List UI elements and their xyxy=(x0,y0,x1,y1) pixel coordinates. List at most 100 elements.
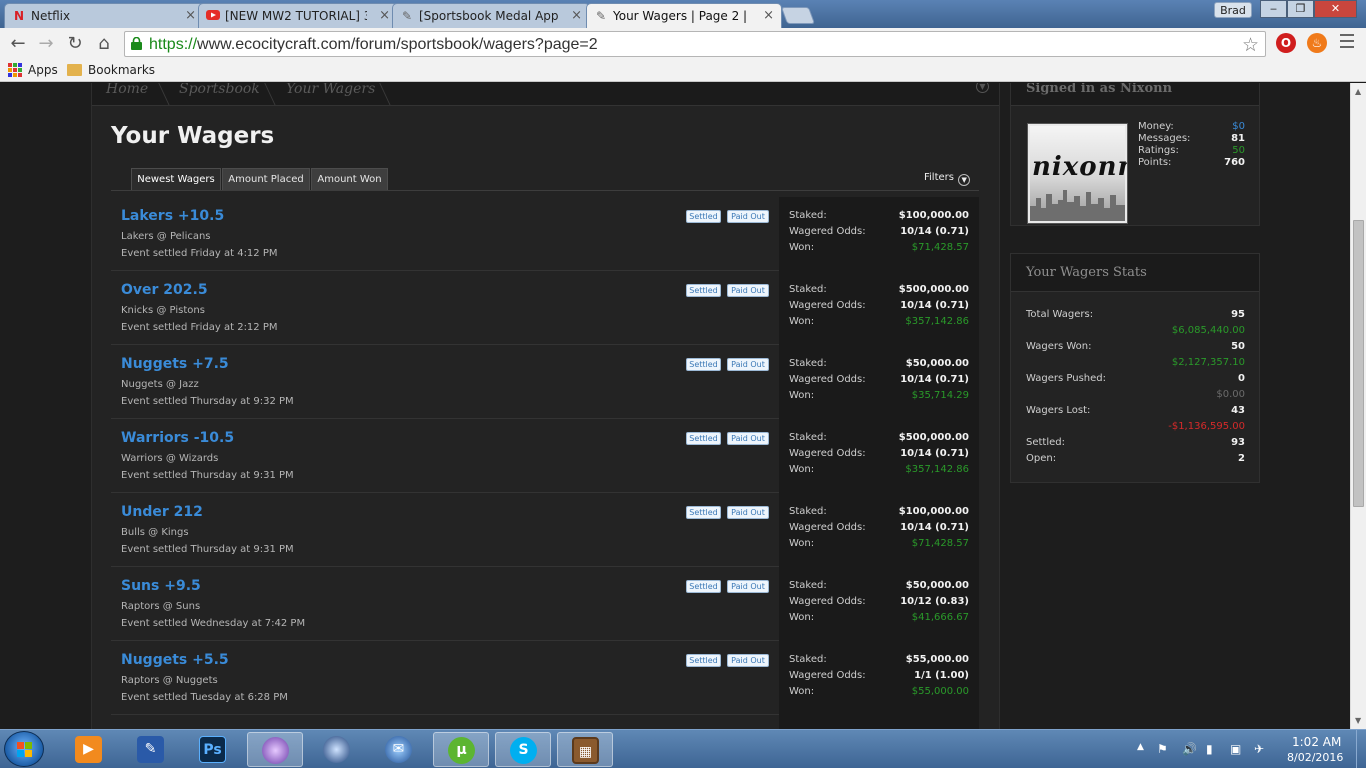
paid-out-badge: Paid Out xyxy=(727,358,769,371)
filters-button[interactable]: Filters ▼ xyxy=(924,172,971,186)
start-button[interactable] xyxy=(4,731,44,767)
show-desktop-button[interactable] xyxy=(1356,730,1366,768)
odds-value: 10/14 (0.71) xyxy=(900,226,969,237)
taskbar-minecraft[interactable]: ▦ xyxy=(557,732,613,767)
action-center-flag-icon[interactable]: ⚑ xyxy=(1157,742,1168,756)
wager-title-link[interactable]: Lakers +10.5 xyxy=(121,208,224,224)
wager-title-link[interactable]: Suns +9.5 xyxy=(121,578,201,594)
clock-date[interactable]: 8/02/2016 xyxy=(1287,751,1343,764)
ublock-extension-icon[interactable]: O xyxy=(1276,33,1296,53)
windows-logo-icon xyxy=(17,742,33,758)
wager-settled-time: Event settled Thursday at 9:31 PM xyxy=(121,470,294,481)
scroll-up-icon[interactable]: ▲ xyxy=(1355,87,1361,96)
staked-label: Staked: xyxy=(789,580,827,591)
taskbar-skype[interactable]: S xyxy=(495,732,551,767)
breadcrumb: Home Sportsbook Your Wagers ▼ xyxy=(92,83,999,106)
bookmark-star-icon[interactable]: ☆ xyxy=(1242,34,1259,56)
home-button[interactable]: ⌂ xyxy=(92,32,116,56)
breadcrumb-home[interactable]: Home xyxy=(106,83,148,97)
taskbar-media-player[interactable]: ▶ xyxy=(61,732,117,767)
show-hidden-icons-icon[interactable]: ▲ xyxy=(1137,742,1144,752)
site-icon: ✎ xyxy=(595,9,607,23)
pin-icon[interactable]: ✈ xyxy=(1254,742,1264,756)
volume-icon[interactable]: 🔊 xyxy=(1182,742,1197,756)
forward-button[interactable]: → xyxy=(34,32,58,56)
reload-button[interactable]: ↻ xyxy=(63,32,87,56)
tab-your-wagers[interactable]: ✎ Your Wagers | Page 2 | Ecc × xyxy=(586,3,782,28)
wager-row: Under 212 Bulls @ Kings Event settled Th… xyxy=(111,493,979,567)
taskbar-cinema4d[interactable] xyxy=(309,732,365,767)
url-text: https://www.ecocitycraft.com/forum/sport… xyxy=(149,36,598,53)
bookmark-folder[interactable]: Bookmarks xyxy=(88,63,155,77)
wagers-pushed-amount: $0.00 xyxy=(1216,389,1245,400)
chevron-down-icon[interactable]: ▼ xyxy=(976,83,989,93)
scroll-down-icon[interactable]: ▼ xyxy=(1355,716,1361,725)
profile-badge[interactable]: Brad xyxy=(1214,2,1252,18)
staked-value: $50,000.00 xyxy=(905,580,969,591)
network-icon[interactable]: ▮ xyxy=(1206,742,1213,756)
close-tab-icon[interactable]: × xyxy=(379,8,390,23)
tab-amount-placed[interactable]: Amount Placed xyxy=(222,168,310,190)
tab-newest-wagers[interactable]: Newest Wagers xyxy=(131,168,221,190)
tab-label: [Sportsbook Medal Applic xyxy=(419,9,559,23)
paid-out-badge: Paid Out xyxy=(727,432,769,445)
page-scrollbar[interactable]: ▲ ▼ xyxy=(1350,83,1366,729)
close-tab-icon[interactable]: × xyxy=(571,8,582,23)
clock-time[interactable]: 1:02 AM xyxy=(1292,735,1341,749)
ratings-label: Ratings: xyxy=(1138,145,1179,156)
close-tab-icon[interactable]: × xyxy=(185,8,196,23)
back-button[interactable]: ← xyxy=(6,32,30,56)
avatar[interactable]: nixonn xyxy=(1027,123,1128,224)
wager-stats-heading: Your Wagers Stats xyxy=(1011,254,1259,292)
close-tab-icon[interactable]: × xyxy=(763,8,774,23)
webcam-icon xyxy=(262,737,289,764)
breadcrumb-sportsbook[interactable]: Sportsbook xyxy=(179,83,260,97)
fire-extension-icon[interactable]: ♨ xyxy=(1307,33,1327,53)
won-label: Won: xyxy=(789,464,815,475)
wager-amounts: Staked: $50,000.00 Wagered Odds: 10/14 (… xyxy=(779,345,979,419)
wager-matchup: Raptors @ Nuggets xyxy=(121,675,218,686)
page-title: Your Wagers xyxy=(111,123,275,149)
youtube-icon xyxy=(206,9,220,23)
taskbar-thunderbird[interactable]: ✉ xyxy=(371,732,427,767)
address-bar[interactable]: https://www.ecocitycraft.com/forum/sport… xyxy=(124,31,1266,57)
wager-amounts: Staked: $50,000.00 Wagered Odds: 10/12 (… xyxy=(779,567,979,641)
minimize-button[interactable]: ‒ xyxy=(1260,0,1287,18)
staked-value: $100,000.00 xyxy=(898,210,969,221)
money-value: $0 xyxy=(1232,121,1245,132)
taskbar-utorrent[interactable]: µ xyxy=(433,732,489,767)
bookmark-apps[interactable]: Apps xyxy=(28,63,58,77)
settled-value: 93 xyxy=(1231,437,1245,448)
tab-netflix[interactable]: N Netflix × xyxy=(4,3,204,28)
wager-stats-panel: Your Wagers Stats Total Wagers: 95 $6,08… xyxy=(1010,253,1260,483)
wager-row xyxy=(111,715,979,729)
settled-label: Settled: xyxy=(1026,437,1065,448)
new-tab-button[interactable] xyxy=(780,7,816,24)
wager-title-link[interactable]: Warriors -10.5 xyxy=(121,430,234,446)
maximize-button[interactable]: ❐ xyxy=(1287,0,1314,18)
wager-title-link[interactable]: Under 212 xyxy=(121,504,203,520)
menu-icon[interactable] xyxy=(1340,34,1354,52)
wager-title-link[interactable]: Nuggets +5.5 xyxy=(121,652,229,668)
window-close-button[interactable]: ✕ xyxy=(1314,0,1357,18)
points-value: 760 xyxy=(1224,157,1245,168)
wager-matchup: Bulls @ Kings xyxy=(121,527,189,538)
tab-amount-won[interactable]: Amount Won xyxy=(311,168,388,190)
taskbar-pen-app[interactable]: ✎ xyxy=(123,732,179,767)
scrollbar-thumb[interactable] xyxy=(1353,220,1364,507)
netflix-icon: N xyxy=(13,9,25,23)
cinema4d-icon xyxy=(323,736,350,763)
won-value: $71,428.57 xyxy=(911,538,969,549)
taskbar-photoshop[interactable]: Ps xyxy=(185,732,241,767)
wager-title-link[interactable]: Nuggets +7.5 xyxy=(121,356,229,372)
wager-title-link[interactable]: Over 202.5 xyxy=(121,282,208,298)
staked-label: Staked: xyxy=(789,654,827,665)
breadcrumb-your-wagers[interactable]: Your Wagers xyxy=(286,83,375,97)
tab-mw2-tutorial[interactable]: [NEW MW2 TUTORIAL] 3 \ × xyxy=(198,3,398,28)
won-label: Won: xyxy=(789,316,815,327)
device-icon[interactable]: ▣ xyxy=(1230,742,1241,756)
folder-icon xyxy=(67,64,82,76)
taskbar-webcam[interactable] xyxy=(247,732,303,767)
odds-label: Wagered Odds: xyxy=(789,374,866,385)
tab-medal-application[interactable]: ✎ [Sportsbook Medal Applic × xyxy=(392,3,590,28)
